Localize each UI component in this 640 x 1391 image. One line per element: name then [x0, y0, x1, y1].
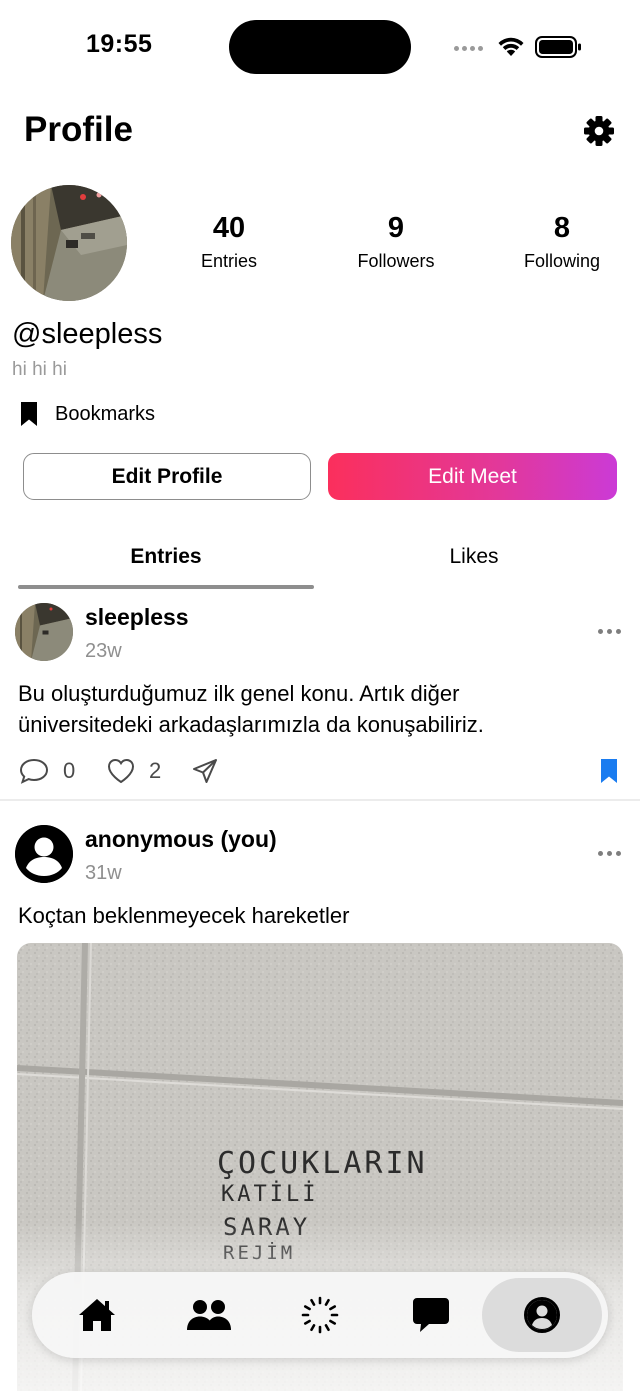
stat-value: 8 [553, 212, 571, 244]
edit-profile-button[interactable]: Edit Profile [23, 453, 311, 500]
stat-value: 9 [387, 212, 405, 244]
edit-meet-button[interactable]: Edit Meet [328, 453, 617, 500]
post-text: Koçtan beklenmeyecek hareketler [18, 903, 350, 928]
battery-icon [535, 36, 581, 58]
bookmark-icon [21, 402, 37, 426]
post-text-line: Bu oluşturduğumuz ilk genel konu. Artık … [18, 681, 460, 706]
post-more-button[interactable] [598, 851, 621, 856]
tab-friends[interactable] [154, 1272, 264, 1358]
wifi-icon [498, 37, 524, 56]
profile-bio: hi hi hi [12, 359, 67, 380]
tab-profile[interactable] [482, 1278, 602, 1352]
stat-label: Followers [357, 251, 435, 271]
bookmark-toggle[interactable] [598, 757, 620, 785]
bookmark-filled-icon [601, 759, 617, 783]
tab-entries[interactable]: Entries [18, 545, 314, 569]
heart-icon [107, 758, 135, 784]
person-circle-icon [15, 825, 73, 883]
like-button[interactable]: 2 [107, 757, 161, 785]
post-text: Bu oluşturduğumuz ilk genel konu. Artık … [18, 678, 618, 740]
gear-icon [584, 116, 614, 146]
stat-label: Entries [200, 251, 258, 271]
bookmarks-label: Bookmarks [55, 402, 156, 425]
status-bar: 19:55 [0, 0, 640, 96]
post-more-button[interactable] [598, 629, 621, 634]
post-timestamp: 23w [85, 640, 122, 662]
post-username[interactable]: sleepless [85, 604, 189, 631]
active-tab-indicator [18, 585, 314, 589]
post-divider [0, 799, 640, 801]
people-icon [187, 1300, 231, 1330]
settings-button[interactable] [579, 111, 619, 151]
post-username[interactable]: anonymous (you) [85, 826, 277, 853]
stat-label: Following [523, 251, 601, 271]
spinner-icon [301, 1296, 339, 1334]
status-time: 19:55 [86, 30, 153, 58]
stat-entries[interactable]: 40 Entries [159, 212, 299, 272]
wall-writing-line: SARAY [223, 1213, 310, 1241]
person-circle-icon [524, 1297, 560, 1333]
chat-bubble-icon [413, 1298, 449, 1332]
profile-handle: @sleepless [12, 318, 163, 350]
dynamic-island [229, 20, 411, 74]
stat-following[interactable]: 8 Following [492, 212, 632, 272]
anonymous-avatar[interactable] [15, 825, 73, 883]
tab-likes[interactable]: Likes [326, 545, 622, 569]
stat-followers[interactable]: 9 Followers [326, 212, 466, 272]
like-count: 2 [149, 758, 162, 783]
wall-writing-line: ÇOCUKLARIN [217, 1146, 428, 1181]
paper-plane-icon [193, 759, 217, 783]
tab-meet[interactable] [265, 1272, 375, 1358]
post-text-line: üniversitedeki arkadaşlarımızla da konuş… [18, 712, 484, 737]
wall-writing-line: KATİLİ [221, 1181, 318, 1207]
tab-home[interactable] [42, 1272, 152, 1358]
stat-value: 40 [212, 212, 246, 244]
bookmarks-link[interactable]: Bookmarks [18, 398, 155, 430]
wall-writing-line: REJİM [223, 1241, 295, 1264]
profile-avatar[interactable] [11, 185, 127, 301]
comment-button[interactable]: 0 [19, 757, 75, 785]
share-button[interactable] [191, 757, 219, 785]
tab-messages[interactable] [376, 1272, 486, 1358]
tab-bar [32, 1272, 608, 1358]
cellular-signal-icon [454, 46, 483, 51]
comment-count: 0 [63, 758, 76, 783]
post-timestamp: 31w [85, 862, 122, 884]
house-icon [79, 1299, 115, 1331]
page-title: Profile [24, 110, 133, 149]
comment-icon [19, 758, 49, 784]
post-avatar[interactable] [15, 603, 73, 661]
